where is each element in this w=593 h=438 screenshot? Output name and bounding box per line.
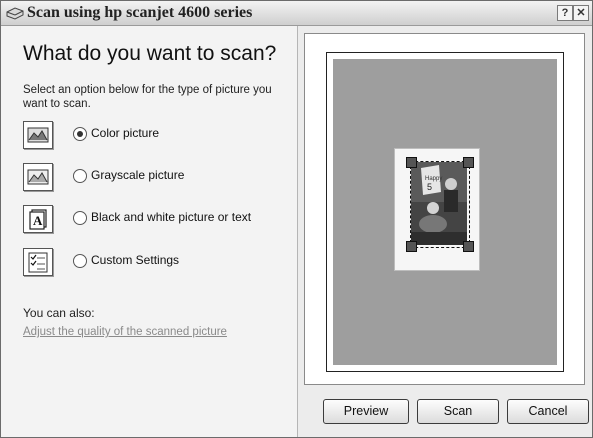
radio-grayscale-picture[interactable] [73, 169, 87, 183]
crop-handle-top-right[interactable] [463, 157, 474, 168]
crop-handle-bottom-right[interactable] [463, 241, 474, 252]
page-title: What do you want to scan? [23, 42, 277, 65]
option-label[interactable]: Color picture [91, 126, 159, 140]
color-picture-icon[interactable] [23, 121, 53, 149]
option-label[interactable]: Custom Settings [91, 253, 179, 267]
crop-selection[interactable] [410, 161, 470, 248]
window-title: Scan using hp scanjet 4600 series [27, 4, 253, 21]
crop-handle-bottom-left[interactable] [406, 241, 417, 252]
radio-color-picture[interactable] [73, 127, 87, 141]
crop-handle-top-left[interactable] [406, 157, 417, 168]
scanned-item: Happy 5 [394, 148, 480, 271]
scanner-icon [6, 7, 24, 20]
adjust-quality-link[interactable]: Adjust the quality of the scanned pictur… [23, 326, 227, 338]
instructions-text: Select an option below for the type of p… [23, 84, 272, 110]
svg-text:A: A [33, 213, 43, 228]
option-black-white[interactable]: A Black and white picture or text [23, 205, 293, 233]
option-color-picture[interactable]: Color picture [23, 121, 293, 149]
help-button[interactable]: ? [557, 5, 573, 21]
cancel-button[interactable]: Cancel [507, 399, 589, 424]
preview-frame: Happy 5 [326, 52, 564, 372]
close-button[interactable]: ✕ [573, 5, 589, 21]
option-label[interactable]: Grayscale picture [91, 168, 184, 182]
radio-custom-settings[interactable] [73, 254, 87, 268]
option-custom-settings[interactable]: Custom Settings [23, 248, 293, 276]
custom-settings-icon[interactable] [23, 248, 53, 276]
option-label[interactable]: Black and white picture or text [91, 210, 251, 224]
grayscale-picture-icon[interactable] [23, 163, 53, 191]
panel-divider [297, 26, 298, 437]
scan-button[interactable]: Scan [417, 399, 499, 424]
preview-button[interactable]: Preview [323, 399, 409, 424]
scan-bed-area[interactable]: Happy 5 [333, 59, 557, 365]
options-panel: What do you want to scan? Select an opti… [1, 26, 297, 437]
option-grayscale-picture[interactable]: Grayscale picture [23, 163, 293, 191]
radio-black-white[interactable] [73, 211, 87, 225]
title-bar: Scan using hp scanjet 4600 series ? ✕ [1, 1, 592, 26]
preview-pane: Happy 5 [304, 33, 585, 385]
also-label: You can also: [23, 306, 95, 320]
scan-dialog: Scan using hp scanjet 4600 series ? ✕ Wh… [0, 0, 593, 438]
black-white-text-icon[interactable]: A [23, 205, 53, 233]
